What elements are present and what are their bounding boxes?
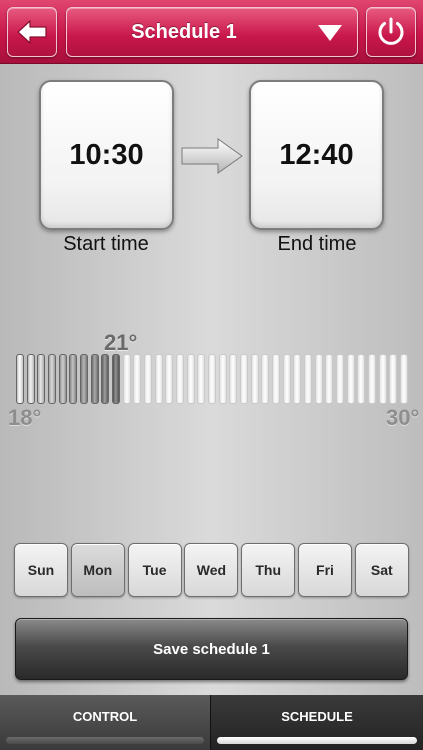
day-button-fri[interactable]: Fri <box>298 543 352 597</box>
save-schedule-button[interactable]: Save schedule 1 <box>15 618 408 680</box>
slider-segment-filled[interactable] <box>69 354 78 404</box>
slider-segment-filled[interactable] <box>101 354 110 404</box>
min-temperature-label: 18° <box>8 405 42 430</box>
tab-schedule-label: SCHEDULE <box>281 709 353 724</box>
top-bar: Schedule 1 <box>0 0 423 64</box>
end-time-picker[interactable]: 12:40 <box>249 80 384 230</box>
slider-segment-filled[interactable] <box>90 354 99 404</box>
slider-segment-empty[interactable] <box>304 354 312 404</box>
temperature-slider[interactable] <box>16 354 408 404</box>
slider-segment-empty[interactable] <box>250 354 259 404</box>
tab-control[interactable]: CONTROL <box>0 695 211 750</box>
tab-schedule[interactable]: SCHEDULE <box>211 695 423 750</box>
end-time-value: 12:40 <box>279 138 354 171</box>
slider-segment-filled[interactable] <box>58 354 67 404</box>
slider-segment-filled[interactable] <box>48 354 56 404</box>
slider-segment-empty[interactable] <box>378 354 387 404</box>
slider-segment-empty[interactable] <box>229 354 238 404</box>
slider-segment-empty[interactable] <box>133 354 142 404</box>
slider-segment-empty[interactable] <box>240 354 248 404</box>
tab-control-label: CONTROL <box>72 709 138 724</box>
slider-segment-filled[interactable] <box>112 354 120 404</box>
current-temperature-label: 21° <box>104 330 138 355</box>
tab-schedule-indicator <box>217 737 417 744</box>
slider-segment-empty[interactable] <box>368 354 376 404</box>
start-time-label: Start time <box>63 233 149 255</box>
slider-segment-filled[interactable] <box>16 354 24 404</box>
power-icon <box>378 17 404 45</box>
slider-segment-empty[interactable] <box>154 354 163 404</box>
slider-segment-empty[interactable] <box>389 354 398 404</box>
back-arrow-icon <box>17 20 47 44</box>
day-button-sat[interactable]: Sat <box>354 543 409 597</box>
slider-segment-empty[interactable] <box>208 354 216 404</box>
slider-segment-empty[interactable] <box>325 354 334 404</box>
right-arrow-icon <box>181 138 243 174</box>
slider-segment-filled[interactable] <box>37 354 46 404</box>
schedule-title: Schedule 1 <box>131 20 237 43</box>
slider-segment-empty[interactable] <box>346 354 355 404</box>
back-button[interactable] <box>7 7 57 57</box>
slider-segment-empty[interactable] <box>186 354 195 404</box>
slider-segment-empty[interactable] <box>293 354 302 404</box>
schedule-selector[interactable]: Schedule 1 <box>66 7 358 57</box>
slider-segment-empty[interactable] <box>282 354 291 404</box>
day-button-tue[interactable]: Tue <box>127 543 182 597</box>
slider-segment-empty[interactable] <box>197 354 206 404</box>
slider-segment-empty[interactable] <box>336 354 344 404</box>
start-time-picker[interactable]: 10:30 <box>39 80 174 230</box>
slider-segment-empty[interactable] <box>176 354 184 404</box>
slider-segment-empty[interactable] <box>165 354 174 404</box>
slider-segment-empty[interactable] <box>144 354 152 404</box>
slider-segment-empty[interactable] <box>357 354 366 404</box>
slider-segment-empty[interactable] <box>218 354 227 404</box>
day-button-wed[interactable]: Wed <box>184 543 239 597</box>
slider-segment-empty[interactable] <box>400 354 408 404</box>
end-time-label: End time <box>277 233 357 255</box>
day-button-thu[interactable]: Thu <box>241 543 296 597</box>
slider-segment-filled[interactable] <box>26 354 35 404</box>
tab-control-indicator <box>6 737 204 744</box>
start-time-value: 10:30 <box>69 138 144 171</box>
day-button-sun[interactable]: Sun <box>14 543 68 597</box>
day-button-mon[interactable]: Mon <box>70 543 125 597</box>
slider-segment-empty[interactable] <box>272 354 280 404</box>
max-temperature-label: 30° <box>386 405 420 430</box>
slider-segment-empty[interactable] <box>314 354 323 404</box>
slider-segment-filled[interactable] <box>80 354 88 404</box>
slider-segment-empty[interactable] <box>261 354 270 404</box>
power-button[interactable] <box>366 7 416 57</box>
dropdown-triangle-icon <box>318 25 342 41</box>
tab-bar: CONTROL SCHEDULE <box>0 695 423 750</box>
slider-segment-empty[interactable] <box>122 354 131 404</box>
